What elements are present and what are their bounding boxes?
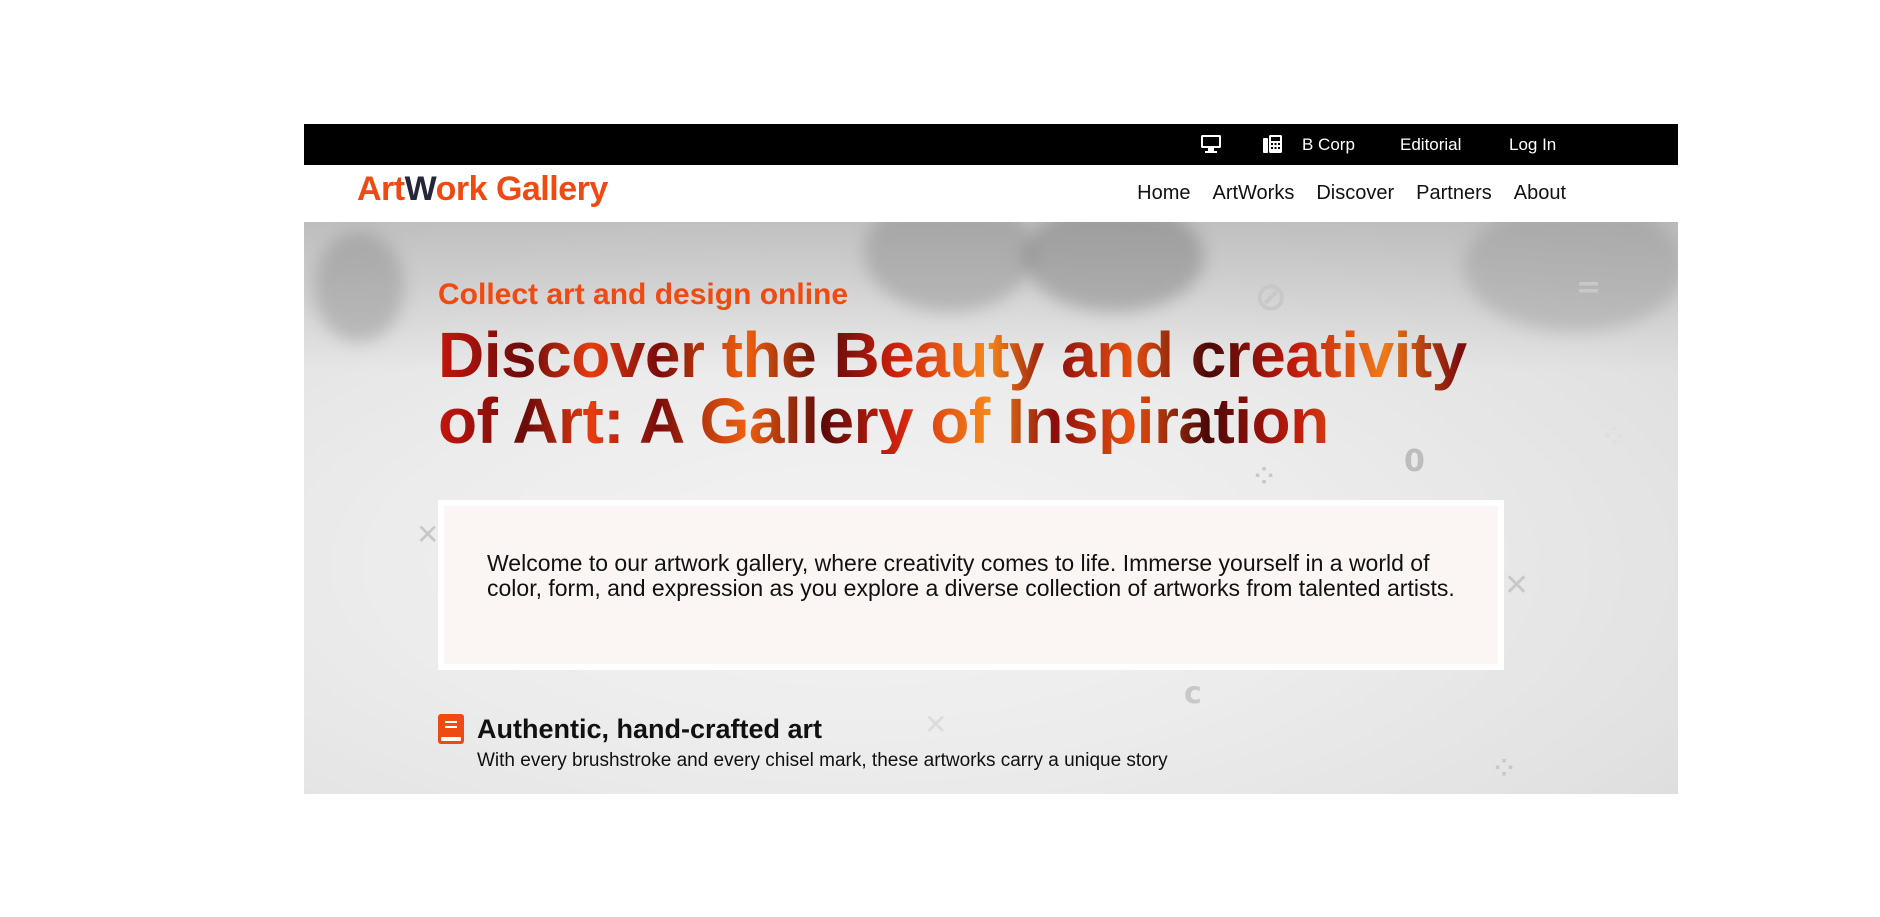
feature-subtitle: With every brushstroke and every chisel …: [477, 750, 1168, 771]
nav-item-discover[interactable]: Discover: [1316, 182, 1394, 205]
nav-menu: Home ArtWorks Discover Partners About: [1137, 165, 1566, 222]
background-shape: [314, 232, 404, 342]
logo-text-art: Art: [357, 170, 405, 208]
hero-eyebrow: Collect art and design online: [438, 278, 849, 311]
decor-dots-icon: ⁘: [1604, 422, 1625, 450]
decor-dots-icon: ⁘: [1254, 462, 1275, 490]
welcome-card: Welcome to our artwork gallery, where cr…: [438, 500, 1504, 670]
book-icon: [438, 714, 464, 744]
hero-headline: Discover the Beauty and creativity of Ar…: [438, 322, 1538, 454]
feature-item: Authentic, hand-crafted art With every b…: [438, 714, 1338, 774]
feature-title: Authentic, hand-crafted art: [477, 714, 823, 744]
decor-dots-icon: ⁘: [1494, 754, 1515, 782]
nav-item-home[interactable]: Home: [1137, 182, 1190, 205]
main-navbar: ArtWork Gallery Home ArtWorks Discover P…: [304, 165, 1678, 222]
decor-letter-c-icon: c: [1184, 676, 1202, 711]
decor-no-sign-icon: ⊘: [1254, 274, 1288, 320]
desktop-icon[interactable]: [1198, 132, 1224, 156]
site-logo[interactable]: ArtWork Gallery: [357, 170, 608, 209]
decor-equals-icon: =: [1576, 270, 1602, 305]
logo-text-gallery: ork Gallery: [435, 170, 609, 208]
page-frame: B Corp Editorial Log In ArtWork Gallery …: [304, 124, 1678, 794]
nav-item-artworks[interactable]: ArtWorks: [1212, 182, 1294, 205]
welcome-text: Welcome to our artwork gallery, where cr…: [487, 550, 1455, 601]
nav-item-about[interactable]: About: [1514, 182, 1566, 205]
logo-text-w: W: [404, 170, 436, 208]
decor-cross-icon: ✕: [1504, 568, 1530, 603]
hero-section: ⊘ = 0 ✕ ✕ c ✕ ⁘ ⁘ ⁘ Collect art and desi…: [304, 222, 1678, 794]
topbar-link-login[interactable]: Log In: [1509, 124, 1556, 165]
topbar-link-editorial[interactable]: Editorial: [1400, 124, 1461, 165]
utility-bar: B Corp Editorial Log In: [304, 124, 1678, 165]
fax-icon[interactable]: [1260, 132, 1286, 156]
topbar-link-bcorp[interactable]: B Corp: [1302, 124, 1355, 165]
decor-cross-icon: ✕: [416, 518, 440, 551]
nav-item-partners[interactable]: Partners: [1416, 182, 1492, 205]
